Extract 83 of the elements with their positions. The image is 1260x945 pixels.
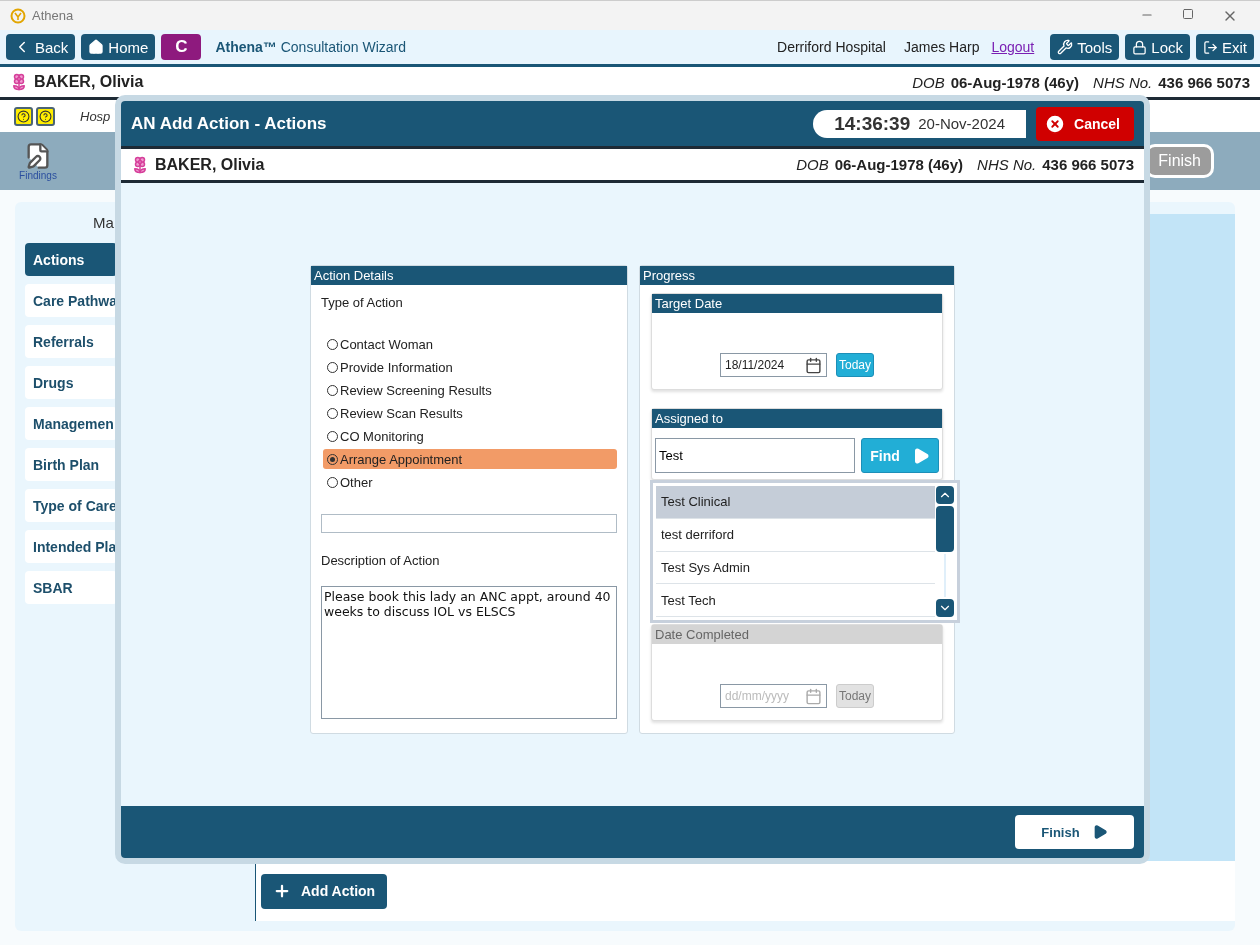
sidebar-item[interactable]: Actions <box>25 243 117 276</box>
home-icon <box>88 39 105 55</box>
radio-option[interactable]: Contact Woman <box>323 334 617 354</box>
sidebar-item[interactable]: Birth Plan <box>25 448 117 481</box>
close-icon <box>1044 112 1067 135</box>
finish-button[interactable]: Finish <box>1015 815 1134 849</box>
window-title: Athena <box>32 8 74 23</box>
date-placeholder: dd/mm/yyyy <box>725 689 789 703</box>
field-label: Type of Action <box>321 295 404 310</box>
user-name: James Harp <box>903 39 980 55</box>
radio-option[interactable]: Arrange Appointment <box>323 449 617 469</box>
patient-name: BAKER, Olivia <box>34 73 144 91</box>
radio-option[interactable]: CO Monitoring <box>323 426 617 446</box>
result-item[interactable]: Test Clinical <box>656 486 935 519</box>
scroll-up-button[interactable] <box>935 486 954 504</box>
radio-option[interactable]: Other <box>323 472 617 492</box>
option-label: CO Monitoring <box>340 428 424 444</box>
app-logo-icon <box>10 7 26 24</box>
clock-time: 14:36:39 <box>834 112 911 135</box>
add-action-button[interactable]: Add Action <box>261 873 388 909</box>
date-field[interactable]: 18/11/2024 <box>720 353 827 377</box>
app-title: Athena™ Consultation Wizard <box>215 39 406 55</box>
dob-label: DOB <box>796 156 829 173</box>
c-button[interactable]: C <box>161 34 202 60</box>
exit-button[interactable]: Exit <box>1196 34 1254 60</box>
info-text: Hosp <box>80 108 111 124</box>
dob-value: 06-Aug-1978 (46y) <box>950 73 1080 91</box>
hospital-name: Derriford Hospital <box>777 39 886 55</box>
lock-button[interactable]: Lock <box>1125 34 1190 60</box>
panel-title: Action Details <box>311 266 627 285</box>
other-input-field[interactable] <box>321 514 617 533</box>
dialog-title: AN Add Action - Actions <box>131 113 327 134</box>
radio-option[interactable]: Review Scan Results <box>323 403 617 423</box>
cancel-button[interactable]: Cancel <box>1036 106 1134 141</box>
field-label: Description of Action <box>321 553 441 568</box>
sidebar-item[interactable]: Care Pathwa <box>25 284 117 317</box>
radio-option[interactable]: Provide Information <box>323 357 617 377</box>
lock-icon <box>1132 39 1148 55</box>
option-label: Contact Woman <box>340 336 433 352</box>
flower-icon <box>131 155 149 174</box>
help-icon[interactable] <box>36 106 55 126</box>
clock-date: 20-Nov-2024 <box>918 115 1005 132</box>
scroll-thumb[interactable] <box>935 506 954 552</box>
back-button[interactable]: Back <box>6 34 76 60</box>
nhs-label: NHS No. <box>1093 73 1153 91</box>
sidebar-item[interactable]: Managemen <box>25 407 117 440</box>
dob-label: DOB <box>912 73 945 91</box>
panel-title: Target Date <box>652 294 942 313</box>
nhs-value: 436 966 5073 <box>1158 73 1250 91</box>
calendar-icon[interactable] <box>805 356 822 374</box>
sidebar-item[interactable]: Referrals <box>25 325 117 358</box>
help-list-icon[interactable] <box>14 106 33 126</box>
tools-button[interactable]: Tools <box>1050 34 1120 60</box>
assignee-input-field[interactable]: Test <box>655 438 855 473</box>
panel-title: Assigned to <box>652 409 942 428</box>
flower-icon <box>10 73 28 91</box>
sidebar-item[interactable]: Type of Care <box>25 489 117 522</box>
sidebar-item[interactable]: Drugs <box>25 366 117 399</box>
patient-name: BAKER, Olivia <box>155 155 265 174</box>
scroll-down-button[interactable] <box>935 599 954 617</box>
dob-value: 06-Aug-1978 (46y) <box>834 156 964 173</box>
date-value: 18/11/2024 <box>725 358 785 372</box>
option-label: Review Scan Results <box>340 405 463 421</box>
section-heading: Ma <box>93 214 115 231</box>
maximize-icon[interactable] <box>1182 7 1194 20</box>
logout-link[interactable]: Logout <box>991 39 1035 55</box>
option-label: Provide Information <box>340 359 453 375</box>
exit-icon <box>1203 39 1218 55</box>
sidebar-item[interactable]: Intended Pla <box>25 530 117 563</box>
wrench-icon <box>1057 39 1074 55</box>
panel-title: Progress <box>640 266 954 285</box>
home-button[interactable]: Home <box>81 34 156 60</box>
description-field[interactable]: Please book this lady an ANC appt, around 40 weeks to discuss IOL vs ELSCS <box>321 586 617 719</box>
option-label: Arrange Appointment <box>340 451 463 467</box>
option-label: Review Screening Results <box>340 382 492 398</box>
nhs-label: NHS No. <box>977 156 1037 173</box>
panel-title: Date Completed <box>652 625 942 644</box>
findings-label: Findings <box>19 169 57 181</box>
plus-icon <box>273 882 291 900</box>
radio-option[interactable]: Review Screening Results <box>323 380 617 400</box>
nhs-value: 436 966 5073 <box>1042 156 1134 173</box>
sidebar-item[interactable]: SBAR <box>25 571 117 604</box>
option-label: Other <box>340 474 373 490</box>
